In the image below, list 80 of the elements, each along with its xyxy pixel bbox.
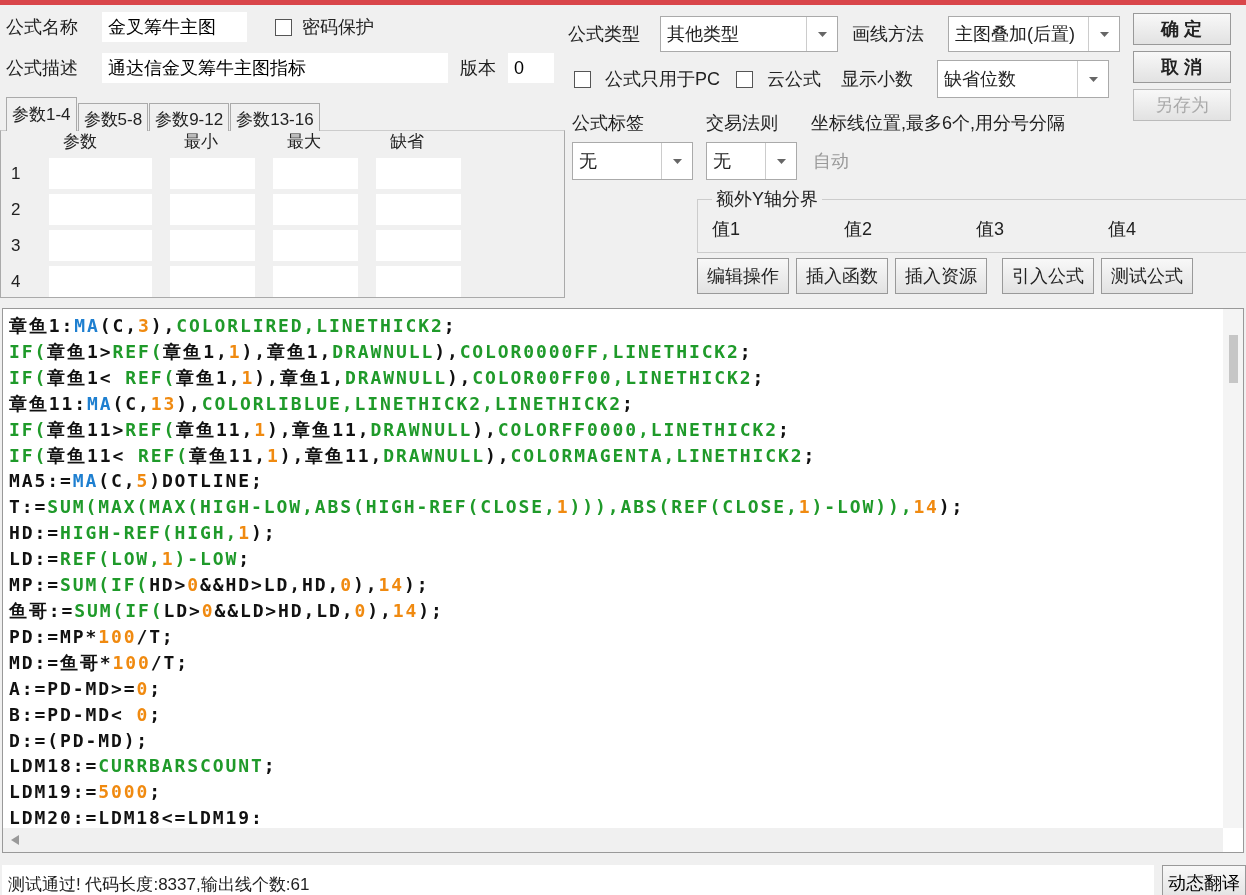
value-label: 值2: [844, 218, 873, 241]
code-line: LDM18:=CURRBARSCOUNT;: [9, 754, 277, 779]
param-tab[interactable]: 参数1-4: [6, 97, 77, 131]
field-label: 交易法则: [706, 112, 779, 135]
toolbar-button[interactable]: 插入函数: [796, 258, 888, 294]
code-line: 章鱼1:MA(C,3),COLORLIRED,LINETHICK2;: [9, 314, 457, 338]
field-label: 显示小数: [841, 68, 914, 91]
cloud-formula-checkbox[interactable]: 云公式: [736, 67, 821, 91]
version-field[interactable]: 0: [508, 53, 554, 83]
field-label: 公式标签: [572, 112, 645, 135]
dialog-button[interactable]: 取 消: [1133, 51, 1231, 83]
code-line: HD:=HIGH-REF(HIGH,1);: [9, 521, 277, 546]
row-number: 1: [10, 163, 22, 184]
axis-position-field[interactable]: 自动: [811, 149, 1015, 173]
status-message: 测试通过! 代码长度:8337,输出线个数:61: [2, 865, 1154, 895]
caret-icon: [1088, 76, 1098, 82]
formula-type-dropdown[interactable]: 其他类型: [660, 16, 838, 52]
field-label: 版本: [460, 57, 496, 80]
code-line: IF(章鱼1< REF(章鱼1,1),章鱼1,DRAWNULL),COLOR00FF00,LINETHICK2;: [9, 365, 766, 390]
value-label: 值1: [712, 218, 741, 241]
code-line: LDM20:=LDM18<=LDM19:: [9, 806, 264, 831]
code-line: MA5:=MA(C,5)DOTLINE;: [9, 469, 264, 494]
code-line: MP:=SUM(IF(HD>0&&HD>LD,HD,0),14);: [9, 573, 430, 598]
code-line: 章鱼11:MA(C,13),COLORLIBLUE,LINETHICK2,LINETHICK2;: [9, 391, 635, 416]
trade-rule-dropdown[interactable]: 无: [706, 142, 797, 180]
formula-tag-dropdown[interactable]: 无: [572, 142, 693, 180]
row-number: 3: [10, 235, 22, 256]
code-line: IF(章鱼1>REF(章鱼1,1),章鱼1,DRAWNULL),COLOR0000FF,LINETHICK2;: [9, 339, 753, 364]
column-header: 缺省: [389, 131, 425, 153]
draw-method-dropdown[interactable]: 主图叠加(后置): [948, 16, 1120, 52]
value-label: 值4: [1108, 218, 1137, 241]
translate-button[interactable]: 动态翻译: [1162, 865, 1246, 895]
code-line: IF(章鱼11>REF(章鱼11,1),章鱼11,DRAWNULL),COLORFF0000,LINETHICK2;: [9, 417, 791, 442]
code-line: A:=PD-MD>=0;: [9, 676, 162, 701]
param-input[interactable]: [49, 266, 152, 297]
row-number: 4: [10, 271, 22, 292]
field-label: 公式名称: [6, 16, 79, 39]
field-label: 画线方法: [852, 23, 925, 46]
row-number: 2: [10, 199, 22, 220]
field-label: 公式类型: [568, 23, 641, 46]
code-editor[interactable]: [2, 308, 1244, 853]
param-tab[interactable]: 参数5-8: [77, 103, 149, 131]
horizontal-scrollbar[interactable]: [3, 828, 1223, 852]
caret-icon: [1099, 31, 1109, 37]
param-tab[interactable]: 参数13-16: [230, 103, 320, 131]
caret-icon: [817, 31, 827, 37]
toolbar-button[interactable]: 引入公式: [1002, 258, 1094, 294]
code-line: IF(章鱼11< REF(章鱼11,1),章鱼11,DRAWNULL),COLORMAGENTA,LINETHICK2;: [9, 443, 817, 468]
code-line: 鱼哥:=SUM(IF(LD>0&&LD>HD,LD,0),14);: [9, 598, 444, 623]
caret-icon: [672, 158, 682, 164]
description-field[interactable]: 通达信金叉筹牛主图指标: [102, 53, 448, 83]
param-input[interactable]: [376, 266, 461, 297]
vertical-scrollbar[interactable]: [1223, 309, 1243, 828]
code-line: LD:=REF(LOW,1)-LOW;: [9, 547, 252, 572]
pc-only-checkbox[interactable]: 公式只用于PC: [574, 67, 720, 91]
column-header: 最小: [183, 131, 219, 153]
code-line: PD:=MP*100/T;: [9, 624, 175, 649]
caret-icon: [776, 158, 786, 164]
group-title: 额外Y轴分界: [715, 188, 819, 211]
field-label: 坐标线位置,最多6个,用分号分隔: [811, 112, 1065, 135]
param-tab[interactable]: 参数9-12: [149, 103, 230, 131]
code-line: B:=PD-MD< 0;: [9, 702, 162, 727]
column-header: 最大: [286, 131, 322, 153]
param-input[interactable]: [273, 266, 358, 297]
dialog-button[interactable]: 确 定: [1133, 13, 1231, 45]
scroll-left-icon[interactable]: [11, 835, 19, 845]
formula-name-field[interactable]: 金叉筹牛主图: [102, 12, 247, 42]
code-line: LDM19:=5000;: [9, 780, 162, 805]
value-label: 值3: [976, 218, 1005, 241]
field-label: 公式描述: [6, 57, 79, 80]
toolbar-button[interactable]: 插入资源: [895, 258, 987, 294]
code-line: D:=(PD-MD);: [9, 728, 150, 753]
code-line: T:=SUM(MAX(MAX(HIGH-LOW,ABS(HIGH-REF(CLOSE,1))),ABS(REF(CLOSE,1)-LOW)),14);: [9, 495, 965, 520]
code-line: MD:=鱼哥*100/T;: [9, 650, 189, 675]
column-header: 参数: [62, 131, 98, 153]
decimals-dropdown[interactable]: 缺省位数: [937, 60, 1109, 98]
password-checkbox[interactable]: 密码保护: [275, 15, 374, 39]
toolbar-button[interactable]: 测试公式: [1101, 258, 1193, 294]
toolbar-button[interactable]: 编辑操作: [697, 258, 789, 294]
param-input[interactable]: [170, 266, 255, 297]
